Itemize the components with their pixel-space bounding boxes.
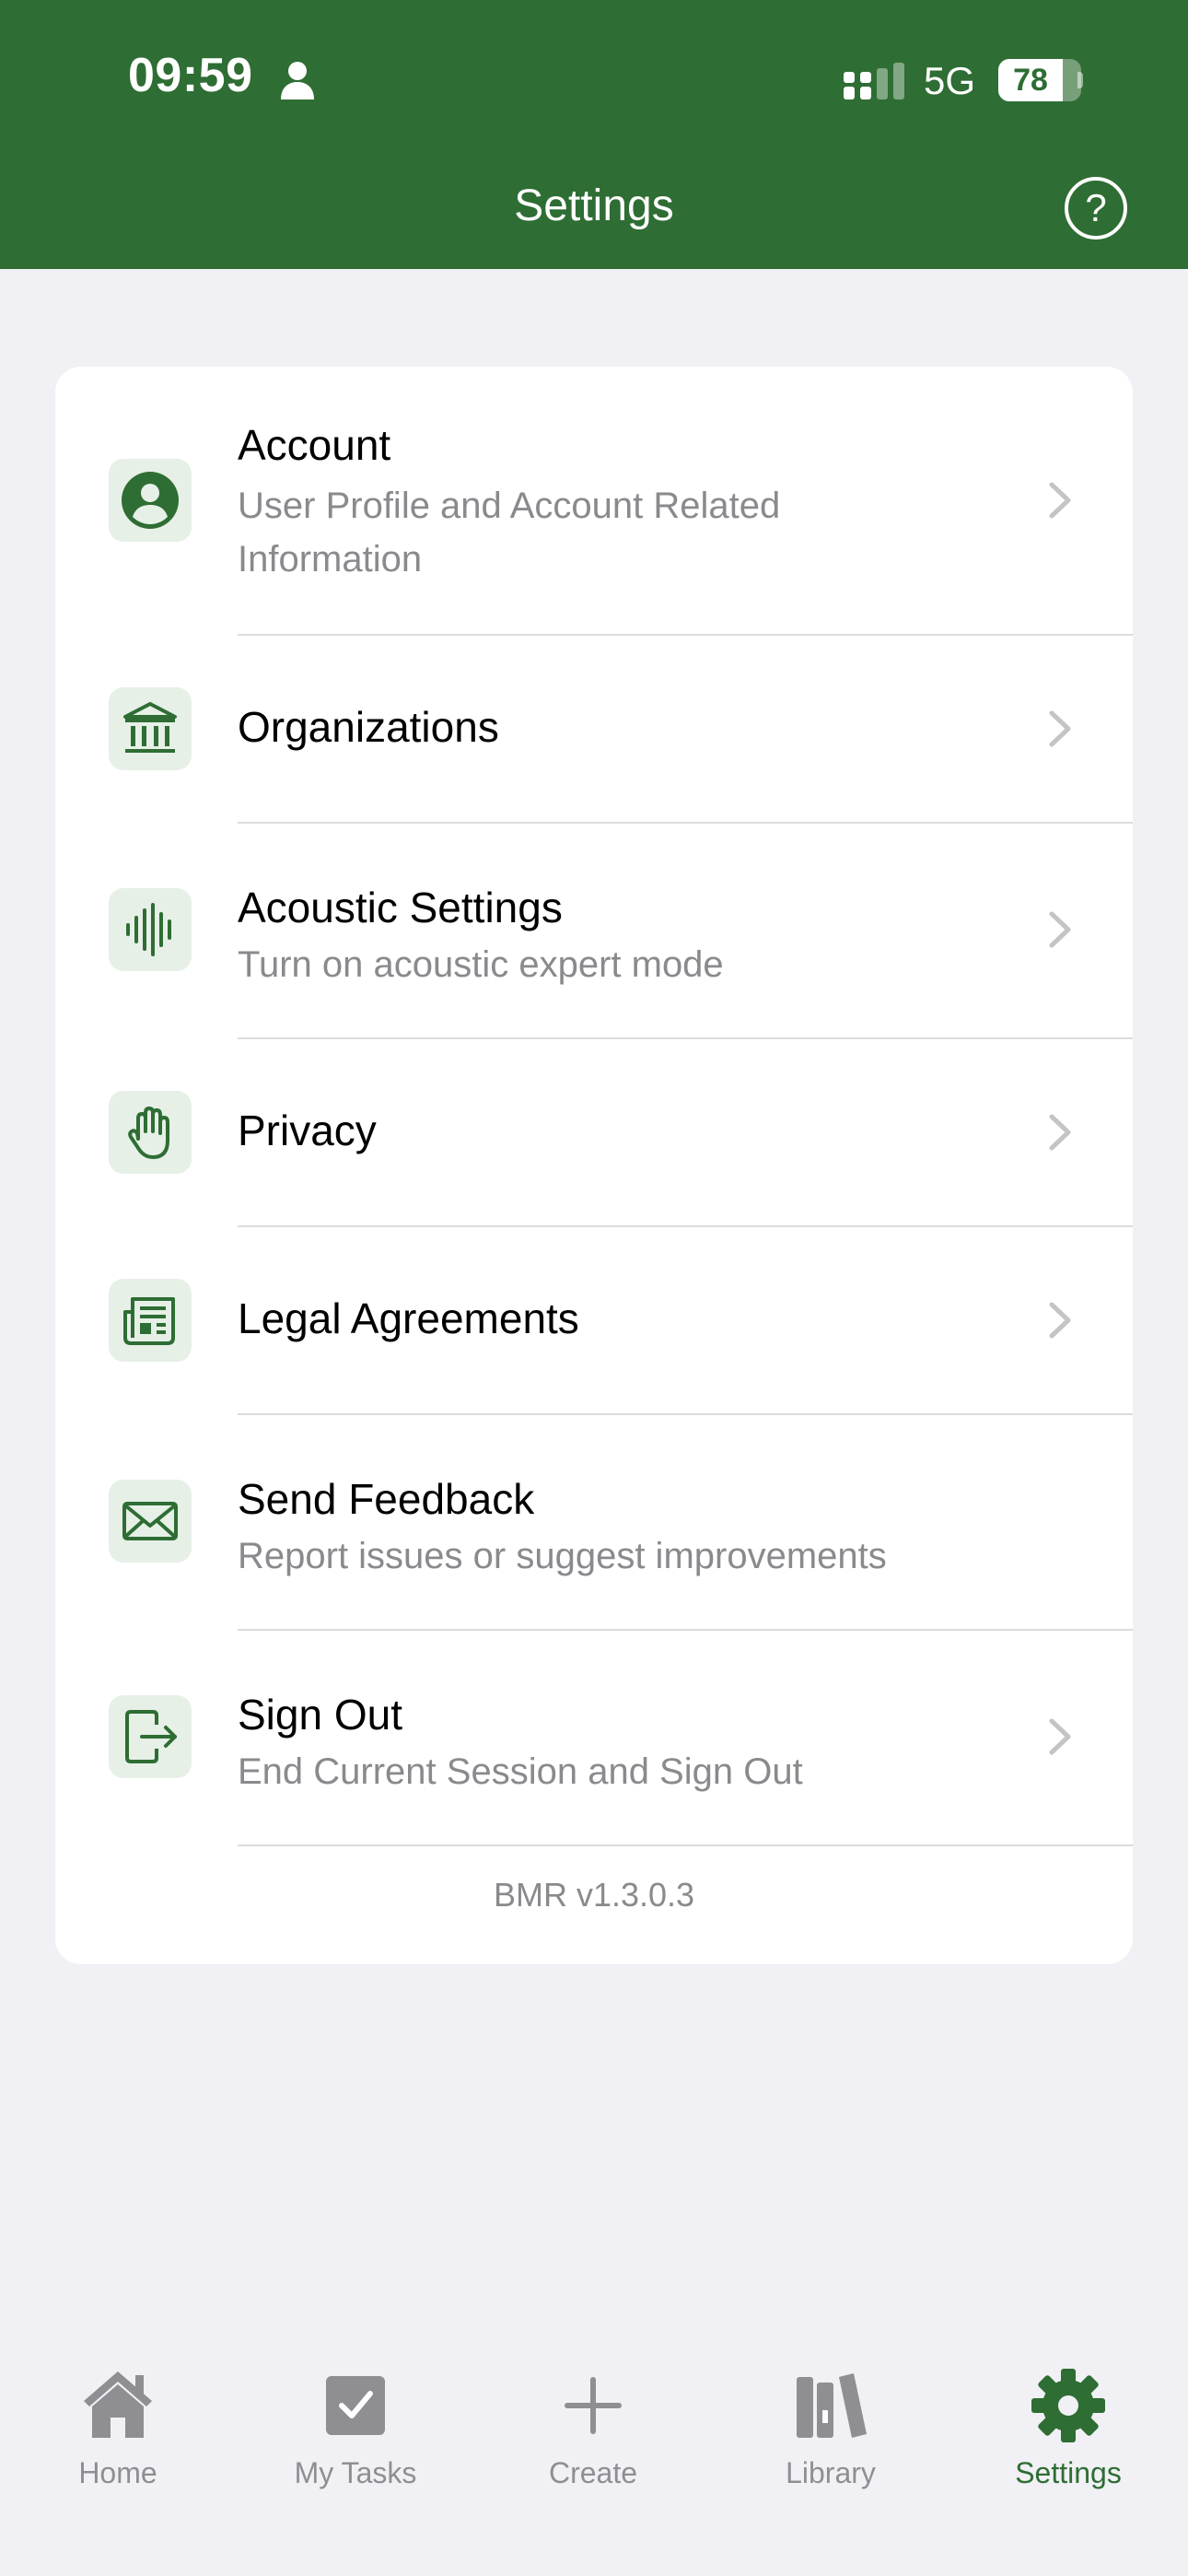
settings-item-subtitle-continued: Information [238,539,423,580]
app-version: BMR v1.3.0.3 [493,1876,695,1914]
settings-item-title: Organizations [238,703,499,751]
page-title: Settings [514,181,674,230]
tab-settings[interactable]: Settings [967,2364,1170,2490]
settings-item-subtitle: Report issues or suggest improvements [238,1536,887,1576]
chevron-right-icon [1049,1114,1071,1151]
chevron-right-icon [1049,710,1071,747]
gear-icon [1031,2369,1105,2442]
settings-item-title: Privacy [238,1107,377,1154]
settings-item-title: Sign Out [238,1691,402,1739]
settings-item-subtitle: Turn on acoustic expert mode [238,944,724,985]
divider [238,1844,1133,1846]
chevron-right-icon [1049,482,1071,519]
sign-out-icon [109,1695,192,1778]
settings-screen: 09:59 5G 78 Settings ? Account User Prof… [0,0,1188,2576]
person-circle-icon [109,459,192,542]
chevron-right-icon [1049,1718,1071,1755]
house-icon [84,2371,152,2438]
tab-label: My Tasks [294,2456,417,2489]
chevron-right-icon [1049,1302,1071,1339]
settings-item-title: Send Feedback [238,1475,535,1523]
settings-item-title: Account [238,421,391,469]
header: 09:59 5G 78 Settings ? [0,0,1188,269]
battery-level: 78 [1013,63,1048,98]
tab-home[interactable]: Home [17,2364,219,2490]
tab-label: Home [78,2456,157,2489]
settings-item-sign-out[interactable]: Sign Out End Current Session and Sign Ou… [55,1631,1133,1844]
tab-bar: Home My Tasks Create Library Settings [0,2340,1188,2576]
settings-item-title: Legal Agreements [238,1294,579,1342]
newspaper-icon [109,1279,192,1362]
settings-item-organizations[interactable]: Organizations [55,636,1133,822]
settings-list: Account User Profile and Account Related… [55,367,1133,1964]
tab-label: Create [548,2456,638,2489]
battery-indicator: 78 [998,59,1081,101]
person-status-icon [281,62,314,100]
bank-building-icon [109,687,192,770]
battery-tip [1077,72,1083,88]
tab-library[interactable]: Library [729,2364,932,2490]
settings-item-privacy[interactable]: Privacy [55,1039,1133,1225]
settings-item-legal-agreements[interactable]: Legal Agreements [55,1227,1133,1413]
envelope-icon [109,1480,192,1563]
tab-label: Library [786,2456,876,2489]
cellular-signal-icon [844,63,904,100]
tab-create[interactable]: Create [492,2364,694,2490]
waveform-icon [109,888,192,971]
plus-icon [565,2377,622,2434]
tab-label: Settings [1015,2456,1122,2489]
checkbox-icon [326,2376,385,2435]
network-type: 5G [924,59,976,102]
help-button[interactable]: ? [1065,177,1127,240]
settings-item-account[interactable]: Account User Profile and Account Related… [55,367,1133,634]
settings-item-acoustic-settings[interactable]: Acoustic Settings Turn on acoustic exper… [55,824,1133,1037]
hand-raised-icon [109,1091,192,1174]
chevron-right-icon [1049,911,1071,948]
question-mark-icon: ? [1085,186,1107,229]
status-time: 09:59 [128,49,253,102]
settings-item-subtitle: User Profile and Account Related [238,486,781,526]
books-icon [797,2373,867,2438]
settings-item-send-feedback[interactable]: Send Feedback Report issues or suggest i… [55,1415,1133,1629]
tab-my-tasks[interactable]: My Tasks [254,2364,457,2490]
settings-item-title: Acoustic Settings [238,884,563,931]
settings-item-subtitle: End Current Session and Sign Out [238,1751,803,1792]
